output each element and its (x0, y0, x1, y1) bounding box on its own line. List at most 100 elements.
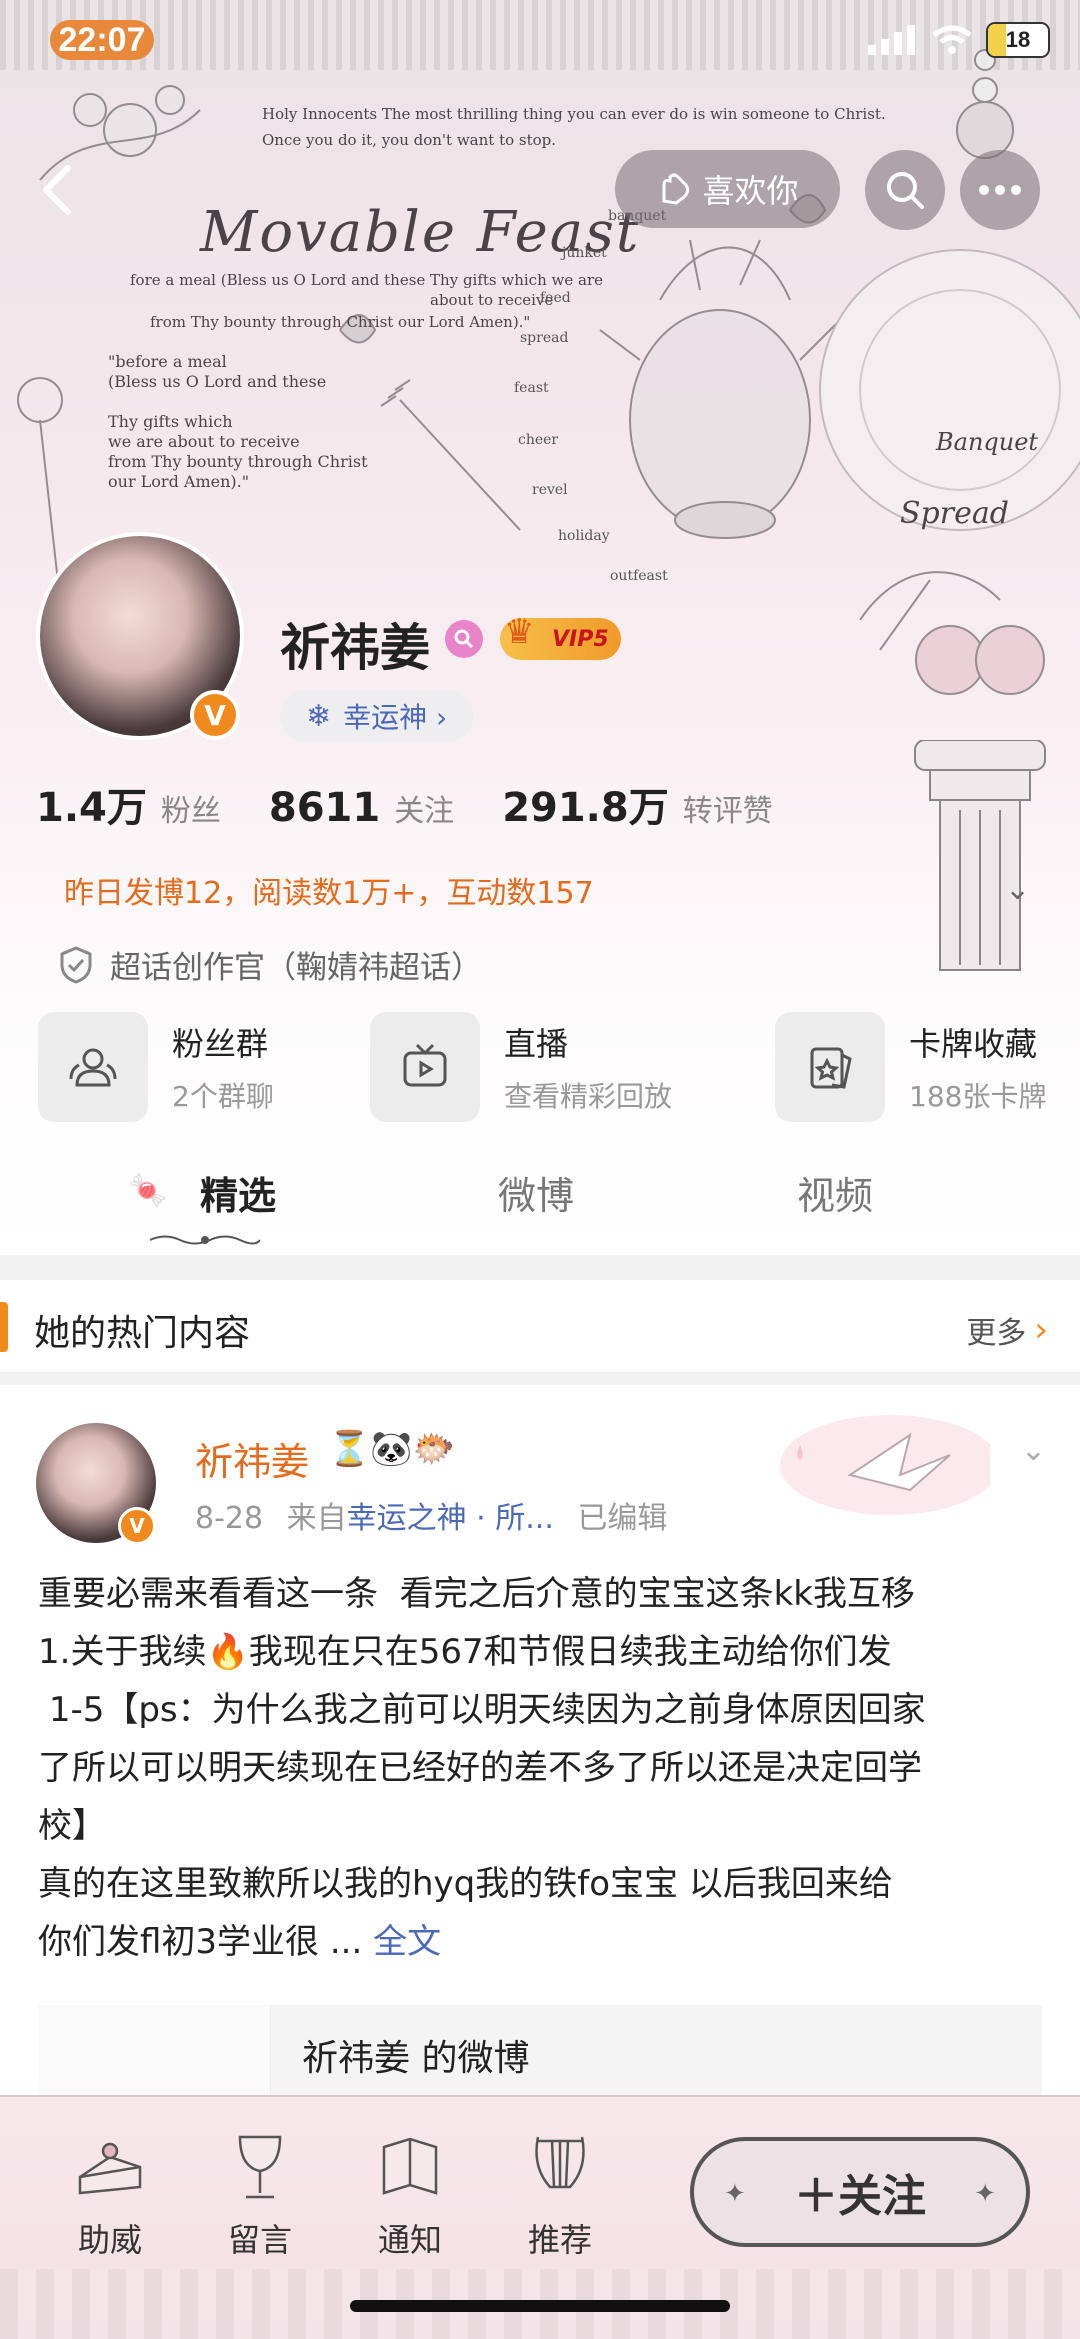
name-search-icon[interactable] (445, 620, 483, 658)
post-verified-badge: V (118, 1507, 156, 1545)
cheer-button[interactable]: 助威 (50, 2127, 170, 2261)
like-you-button[interactable]: 喜欢你 (615, 150, 840, 228)
fan-group-sub: 2个群聊 (172, 1080, 274, 1113)
cover-line-2: Once you do it, you don't want to stop. (262, 131, 557, 149)
more-button[interactable]: 更多 › (966, 1308, 1048, 1352)
cover-spread-script: Spread (900, 496, 1009, 531)
followers-count[interactable]: 1.4万 (36, 775, 147, 833)
hot-content-header: 她的热门内容 更多 › (0, 1280, 1080, 1373)
following-label[interactable]: 关注 (394, 786, 454, 830)
cover-banquet-script: Banquet (936, 428, 1039, 456)
card-star-icon (775, 1012, 885, 1122)
like-you-label: 喜欢你 (702, 172, 799, 210)
crown-icon: ♛ (504, 612, 535, 652)
cover-grace-long: "before a meal (Bless us O Lord and thes… (108, 352, 368, 491)
cover-word-feast: feast (514, 380, 549, 396)
star-icon: ✦ (724, 2179, 746, 2209)
profile-header: Holy Innocents The most thrilling thing … (0, 0, 1080, 1255)
wifi-icon (932, 25, 972, 54)
profile-tabs: 🍬 精选 微博 视频 (0, 1165, 1080, 1255)
cellular-signal-icon (868, 25, 915, 55)
status-time: 22:07 (50, 20, 154, 60)
cover-word-revel: revel (532, 482, 568, 498)
following-count[interactable]: 8611 (269, 785, 380, 831)
cover-grace-3: from Thy bounty through Christ our Lord … (150, 313, 531, 331)
cover-word-outfeast: outfeast (610, 568, 668, 584)
read-full-link[interactable]: 全文 (373, 1922, 441, 1962)
post-author-name[interactable]: 祈祎姜 (195, 1431, 309, 1486)
tv-play-icon (370, 1012, 480, 1122)
super-topic-label: 超话创作官（鞠婧祎超话） (110, 950, 482, 986)
search-button[interactable] (865, 150, 945, 230)
super-topic-row[interactable]: 超话创作官（鞠婧祎超话） (58, 942, 482, 987)
hand-heart-icon (662, 173, 690, 205)
cover-word-holiday: holiday (558, 528, 610, 544)
more-button[interactable] (960, 150, 1040, 230)
follow-label: ＋关注 (794, 2171, 926, 2222)
home-indicator[interactable] (350, 2300, 730, 2312)
candy-icon: 🍬 (128, 1171, 168, 1209)
tab-underline-decoration (150, 1235, 260, 1245)
paper-crane-decoration (780, 1415, 990, 1515)
cover-grace-2: about to receive (430, 291, 554, 309)
tab-featured[interactable]: 精选 (200, 1165, 276, 1220)
live-sub: 查看精彩回放 (504, 1080, 673, 1113)
post-source[interactable]: 幸运之神 · 所... (347, 1501, 554, 1536)
status-icons: 18 (868, 22, 1050, 58)
lucky-god-label: 幸运神 › (343, 701, 448, 734)
tab-weibo[interactable]: 微博 (498, 1165, 574, 1220)
live-title: 直播 (504, 1025, 569, 1063)
hot-content-title: 她的热门内容 (34, 1313, 251, 1354)
column-decoration (914, 740, 1046, 971)
fan-group-title: 粉丝群 (172, 1025, 269, 1063)
tab-video[interactable]: 视频 (797, 1165, 873, 1220)
verified-badge: V (190, 690, 240, 740)
post-text: 重要必需来看看这一条 看完之后介意的宝宝这条kk我互移 1.关于我续🔥我现在只在… (38, 1574, 926, 1962)
card-collection-title: 卡牌收藏 (909, 1025, 1038, 1063)
cover-grace-1: fore a meal (Bless us O Lord and these T… (130, 271, 603, 289)
cover-word-spread: spread (520, 330, 569, 346)
post-card[interactable]: V 祈祎姜 ⏳🐼🐡 8-28 来自幸运之神 · 所... 已编辑 ⌄ 重要必需来… (0, 1385, 1080, 2115)
fan-group-entry[interactable]: 粉丝群 2个群聊 (38, 1012, 274, 1122)
lucky-god-tag[interactable]: ❄ 幸运神 › (280, 690, 474, 742)
book-icon (382, 2137, 438, 2195)
cheer-label: 助威 (77, 2221, 142, 2259)
post-author-emojis: ⏳🐼🐡 (328, 1429, 456, 1469)
post-from: 来自 (286, 1501, 347, 1536)
battery-level: 18 (1005, 27, 1031, 52)
followers-label[interactable]: 粉丝 (161, 786, 221, 830)
post-meta: 8-28 来自幸运之神 · 所... 已编辑 (195, 1493, 667, 1537)
chevron-right-icon: › (1034, 1310, 1048, 1350)
battery-icon: 18 (986, 22, 1050, 58)
cover-word-feed: feed (540, 290, 571, 306)
cake-icon (78, 2142, 142, 2195)
more-dots-icon (979, 185, 1021, 195)
section-accent (0, 1302, 8, 1352)
post-date: 8-28 (195, 1501, 264, 1536)
back-icon[interactable] (30, 160, 90, 220)
stats-row: 1.4万 粉丝 8611 关注 291.8万 转评赞 (36, 775, 821, 833)
goblet-icon (238, 2135, 282, 2199)
post-body: 重要必需来看看这一条 看完之后介意的宝宝这条kk我互移 1.关于我续🔥我现在只在… (38, 1565, 1048, 1971)
search-icon (887, 172, 924, 209)
star-icon: ✦ (974, 2179, 996, 2209)
recommend-label: 推荐 (527, 2221, 592, 2259)
shield-icon (60, 945, 92, 984)
message-button[interactable]: 留言 (200, 2127, 320, 2261)
yesterday-summary[interactable]: 昨日发博12，阅读数1万+，互动数157 (64, 868, 594, 912)
vip-badge[interactable]: ♛ VIP5 (500, 612, 621, 660)
embedded-title: 祈祎姜 的微博 (302, 2038, 530, 2079)
snowflake-icon: ❄ (306, 698, 332, 734)
notify-button[interactable]: 通知 (350, 2127, 470, 2261)
more-label: 更多 (966, 1316, 1027, 1351)
interactions-count[interactable]: 291.8万 (502, 775, 669, 833)
follow-button[interactable]: ✦ ＋关注 ✦ (690, 2137, 1030, 2247)
card-collection-entry[interactable]: 卡牌收藏 188张卡牌 (775, 1012, 1046, 1122)
chevron-down-icon[interactable]: ⌄ (1021, 1433, 1046, 1468)
interactions-label[interactable]: 转评赞 (683, 786, 773, 830)
live-entry[interactable]: 直播 查看精彩回放 (370, 1012, 672, 1122)
recommend-button[interactable]: 推荐 (500, 2127, 620, 2261)
cover-word-junket: junket (562, 245, 607, 261)
chevron-down-icon[interactable]: ⌄ (1005, 872, 1030, 907)
message-label: 留言 (227, 2221, 292, 2259)
